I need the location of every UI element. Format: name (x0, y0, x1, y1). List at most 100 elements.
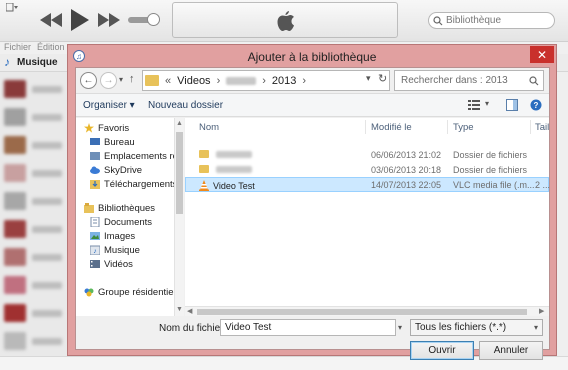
cancel-button[interactable]: Annuler (479, 341, 543, 360)
music-icon: ♪ (90, 245, 100, 255)
file-type: VLC media file (.m... (453, 180, 535, 190)
folder-icon (199, 150, 209, 158)
file-name: Video Test (213, 180, 255, 191)
nav-videos[interactable]: Vidéos (90, 257, 133, 271)
address-bar[interactable]: « Videos › › 2013 › (142, 70, 390, 91)
source-label[interactable]: Musique (17, 57, 58, 68)
nav-skydrive[interactable]: SkyDrive (90, 163, 142, 177)
nav-desktop[interactable]: Bureau (90, 135, 135, 149)
folder-search-input[interactable]: Rechercher dans : 2013 (394, 70, 544, 91)
navigation-scroll-thumb[interactable] (176, 132, 183, 214)
filetype-value: Tous les fichiers (*.*) (415, 322, 507, 333)
nav-images[interactable]: Images (90, 229, 135, 243)
nav-homegroup[interactable]: Groupe résidentiel (84, 285, 176, 299)
open-button[interactable]: Ouvrir (410, 341, 474, 360)
breadcrumb-separator[interactable]: › (262, 75, 266, 87)
navigation-scrollbar[interactable]: ▲ ▼ (174, 118, 184, 316)
new-folder-button[interactable]: Nouveau dossier (148, 100, 223, 111)
nav-libraries[interactable]: Bibliothèques (84, 201, 155, 215)
nav-libraries-label: Bibliothèques (98, 202, 156, 214)
documents-icon (90, 217, 100, 227)
scroll-right-icon[interactable]: ▶ (539, 307, 544, 315)
filetype-select[interactable]: Tous les fichiers (*.*) ▾ (410, 319, 543, 336)
now-playing-display (172, 2, 398, 38)
forward-button[interactable]: → (100, 72, 117, 89)
nav-recent-places[interactable]: Emplacements ré (90, 149, 178, 163)
desktop-icon (90, 138, 100, 145)
play-icon[interactable] (70, 7, 90, 33)
nav-homegroup-label: Groupe résidentiel (98, 286, 176, 298)
filename-input[interactable]: Video Test (220, 319, 396, 336)
file-row[interactable]: 03/06/2013 20:18 Dossier de fichiers (185, 162, 549, 177)
breadcrumb-redacted[interactable] (226, 76, 257, 85)
folder-search-placeholder: Rechercher dans : 2013 (401, 75, 508, 86)
downloads-icon (90, 180, 100, 189)
column-name[interactable]: Nom (199, 122, 219, 133)
dialog-title: Ajouter à la bibliothèque (247, 50, 377, 64)
dialog-titlebar[interactable]: ♫ Ajouter à la bibliothèque ✕ (68, 45, 556, 69)
column-modified[interactable]: Modifié le (371, 122, 412, 133)
preview-pane-icon[interactable] (506, 99, 518, 111)
itunes-track-list (0, 72, 70, 370)
file-row[interactable]: 06/06/2013 21:02 Dossier de fichiers (185, 147, 549, 162)
images-icon (90, 232, 100, 240)
itunes-right-scrollbar[interactable] (556, 72, 568, 370)
chevron-down-icon: ▾ (533, 323, 538, 332)
menu-edition[interactable]: Édition (37, 42, 65, 52)
nav-music[interactable]: ♪ Musique (90, 243, 140, 257)
view-dropdown-icon[interactable]: ▾ (485, 99, 489, 108)
next-icon[interactable] (98, 10, 120, 30)
column-size[interactable]: Taille (535, 122, 549, 133)
breadcrumb-videos[interactable]: Videos (177, 75, 210, 87)
organize-button[interactable]: Organiser ▾ (83, 100, 135, 111)
folder-icon (199, 165, 209, 173)
file-modified: 14/07/2013 22:05 (371, 180, 442, 190)
file-list-scroll-thumb[interactable] (197, 309, 527, 315)
volume-knob[interactable] (147, 13, 160, 26)
library-search-placeholder: Bibliothèque (446, 15, 502, 26)
nav-music-label: Musique (104, 244, 140, 256)
scroll-up-icon[interactable]: ▲ (176, 120, 183, 127)
library-search-input[interactable]: Bibliothèque (428, 12, 555, 29)
file-list: Nom Modifié le Type Taille 06/06/2013 21… (185, 118, 549, 306)
folder-icon (145, 75, 159, 86)
navigation-pane: Favoris Bureau Emplacements ré SkyDrive … (76, 118, 178, 316)
scroll-down-icon[interactable]: ▼ (176, 306, 183, 313)
recent-locations-icon[interactable]: ▾ (119, 75, 123, 84)
file-size: 2 ... (535, 180, 549, 190)
column-type[interactable]: Type (453, 122, 474, 133)
star-icon (84, 123, 94, 133)
file-name-redacted (216, 165, 252, 173)
file-list-hscrollbar[interactable]: ◀ ▶ (185, 306, 549, 316)
homegroup-icon (84, 288, 94, 297)
view-options-icon[interactable] (468, 99, 480, 111)
cloud-icon (90, 166, 100, 174)
nav-images-label: Images (104, 230, 136, 242)
window-menu-icon[interactable] (4, 2, 20, 12)
up-arrow-icon[interactable]: ↑ (129, 73, 135, 85)
nav-favorites[interactable]: Favoris (84, 121, 129, 135)
nav-documents[interactable]: Documents (90, 215, 152, 229)
nav-downloads[interactable]: Téléchargements (90, 177, 177, 191)
file-row-selected[interactable]: Video Test 14/07/2013 22:05 VLC media fi… (185, 177, 549, 192)
refresh-icon[interactable]: ↻ (378, 72, 387, 85)
file-type: Dossier de fichiers (453, 150, 528, 160)
file-name-redacted (216, 150, 252, 158)
breadcrumb-overflow[interactable]: « (165, 75, 171, 87)
help-icon[interactable]: ? (530, 99, 542, 111)
address-dropdown-icon[interactable]: ▾ (366, 73, 371, 84)
back-button[interactable]: ← (80, 72, 97, 89)
menu-fichier[interactable]: Fichier (4, 42, 31, 52)
nav-favorites-label: Favoris (98, 122, 130, 134)
music-note-icon: ♪ (4, 55, 10, 69)
scroll-left-icon[interactable]: ◀ (187, 307, 192, 315)
breadcrumb-separator[interactable]: › (217, 75, 221, 87)
breadcrumb-separator[interactable]: › (302, 75, 306, 87)
filename-dropdown-icon[interactable]: ▾ (398, 323, 402, 332)
nav-downloads-label: Téléchargements (104, 178, 178, 190)
breadcrumb-2013[interactable]: 2013 (272, 75, 296, 87)
nav-documents-label: Documents (104, 216, 153, 228)
previous-icon[interactable] (40, 10, 62, 30)
svg-text:?: ? (534, 101, 539, 110)
close-button[interactable]: ✕ (530, 46, 554, 63)
